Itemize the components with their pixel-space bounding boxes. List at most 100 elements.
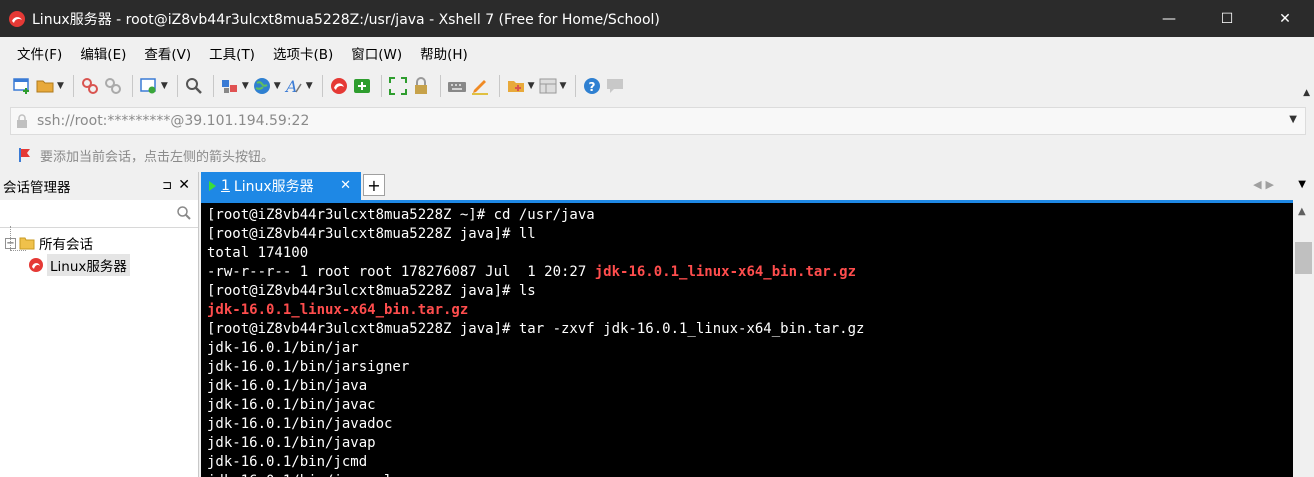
tab-strip: 1 Linux服务器 ✕ + ◀▶ ▼ <box>201 172 1314 200</box>
title-bar: Linux服务器 - root@iZ8vb44r3ulcxt8mua5228Z:… <box>0 0 1314 37</box>
xftp-icon <box>353 79 370 93</box>
terminal-text: total 174100 <box>207 245 309 261</box>
toolbar-separator <box>176 75 178 97</box>
lock-icon <box>414 77 427 94</box>
lock-icon <box>15 113 29 129</box>
address-input[interactable]: ssh://root:*********@39.101.194.59:22 <box>37 113 309 129</box>
tree-item-linux-server[interactable]: Linux服务器 <box>0 254 198 276</box>
terminal-text: [root@iZ8vb44r3ulcxt8mua5228Z java]# ls <box>207 283 536 299</box>
terminal-line: -rw-r--r-- 1 root root 178276087 Jul 1 2… <box>207 263 1293 282</box>
new-folder-button[interactable]: ▼ <box>506 74 535 98</box>
menu-window[interactable]: 窗口(W) <box>342 43 411 63</box>
transfer-icon <box>221 80 237 93</box>
xshell-button[interactable] <box>329 74 349 98</box>
close-button[interactable]: ✕ <box>1256 0 1314 37</box>
terminal-text: -rw-r--r-- 1 root root 178276087 Jul 1 2… <box>207 264 595 280</box>
disconnect-button[interactable] <box>80 74 100 98</box>
terminal-text: jdk-16.0.1/bin/javadoc <box>207 416 393 432</box>
terminal-line: [root@iZ8vb44r3ulcxt8mua5228Z java]# tar… <box>207 320 1293 339</box>
keyboard-button[interactable] <box>447 74 467 98</box>
terminal[interactable]: [root@iZ8vb44r3ulcxt8mua5228Z ~]# cd /us… <box>201 200 1293 477</box>
xshell-session-icon <box>29 258 43 272</box>
tree-connector <box>10 250 26 251</box>
help-button[interactable]: ? <box>582 74 602 98</box>
menu-view[interactable]: 查看(V) <box>135 43 200 63</box>
hint-bar: 要添加当前会话，点击左侧的箭头按钮。 <box>0 140 1314 170</box>
terminal-text: [root@iZ8vb44r3ulcxt8mua5228Z java]# tar… <box>207 321 865 337</box>
minimize-button[interactable]: — <box>1140 0 1198 37</box>
find-button[interactable] <box>184 74 204 98</box>
font-button[interactable]: A ▼ <box>284 74 313 98</box>
terminal-line: [root@iZ8vb44r3ulcxt8mua5228Z java]# ls <box>207 282 1293 301</box>
toolbar-overflow-icon[interactable]: ▲ <box>1303 88 1310 98</box>
chevron-down-icon[interactable]: ▼ <box>1289 114 1297 125</box>
svg-text:?: ? <box>589 80 596 94</box>
terminal-line: jdk-16.0.1/bin/jar <box>207 339 1293 358</box>
chat-button[interactable] <box>605 74 625 98</box>
terminal-text: jdk-16.0.1/bin/javac <box>207 397 376 413</box>
menu-file[interactable]: 文件(F) <box>8 43 71 63</box>
scrollbar-thumb[interactable] <box>1295 242 1312 274</box>
close-icon[interactable]: ✕ <box>178 177 190 193</box>
encoding-button[interactable]: ▼ <box>252 74 281 98</box>
session-manager-panel: 会话管理器 ⊐ ✕ − 所有会话 Linux服务器 <box>0 172 199 477</box>
layout-button[interactable]: ▼ <box>538 74 567 98</box>
add-session-arrow-icon[interactable] <box>16 146 34 164</box>
xftp-button[interactable] <box>352 74 372 98</box>
chevron-down-icon: ▼ <box>527 81 535 91</box>
chevron-down-icon: ▼ <box>559 81 567 91</box>
chevron-down-icon: ▼ <box>241 81 249 91</box>
session-manager-title: 会话管理器 <box>3 180 71 196</box>
svg-text:A: A <box>284 77 298 96</box>
menu-edit[interactable]: 编辑(E) <box>71 43 135 63</box>
terminal-text: jdk-16.0.1/bin/jarsigner <box>207 359 410 375</box>
properties-button[interactable]: ▼ <box>139 74 168 98</box>
keyboard-icon <box>447 82 466 92</box>
session-search-input[interactable] <box>0 200 198 228</box>
terminal-text: jdk-16.0.1/bin/jar <box>207 340 359 356</box>
menu-help[interactable]: 帮助(H) <box>411 43 477 63</box>
tree-connector <box>10 226 11 250</box>
tab-number: 1 <box>221 178 230 194</box>
toolbar-separator <box>575 75 577 97</box>
tab-list-chevron-icon[interactable]: ▼ <box>1298 179 1306 190</box>
address-bar[interactable]: ssh://root:*********@39.101.194.59:22 ▼ <box>10 107 1306 135</box>
scroll-up-icon[interactable]: ▲ <box>1298 206 1306 217</box>
new-session-button[interactable] <box>12 74 32 98</box>
tab-close-icon[interactable]: ✕ <box>340 178 351 193</box>
transfer-button[interactable]: ▼ <box>220 74 249 98</box>
search-icon[interactable] <box>176 205 192 221</box>
tree-item-all-sessions[interactable]: − 所有会话 <box>0 232 198 254</box>
terminal-line: jdk-16.0.1_linux-x64_bin.tar.gz <box>207 301 1293 320</box>
terminal-line: total 174100 <box>207 244 1293 263</box>
reconnect-button[interactable] <box>103 74 123 98</box>
menu-tab[interactable]: 选项卡(B) <box>264 43 342 63</box>
toolbar-separator <box>498 75 500 97</box>
folder-icon <box>19 237 35 250</box>
hint-text: 要添加当前会话，点击左侧的箭头按钮。 <box>40 149 275 165</box>
toolbar: ▼ ▼ ▼ ▼ A ▼ ▼ ▼ ? ▲ <box>0 68 1314 104</box>
terminal-line: jdk-16.0.1/bin/jarsigner <box>207 358 1293 377</box>
highlight-button[interactable] <box>470 74 490 98</box>
tab-nav-arrows-icon[interactable]: ◀▶ <box>1253 178 1278 191</box>
toolbar-separator <box>212 75 214 97</box>
fullscreen-button[interactable] <box>388 74 408 98</box>
terminal-text: [root@iZ8vb44r3ulcxt8mua5228Z java]# ll <box>207 226 536 242</box>
open-session-button[interactable]: ▼ <box>35 74 64 98</box>
tree-item-label: 所有会话 <box>39 237 93 253</box>
folder-add-icon <box>507 81 524 92</box>
layout-icon <box>539 78 557 94</box>
toolbar-separator <box>131 75 133 97</box>
connected-status-icon <box>209 181 216 191</box>
pin-icon[interactable]: ⊐ <box>162 178 172 192</box>
menu-tools[interactable]: 工具(T) <box>200 43 264 63</box>
tab-linux-server[interactable]: 1 Linux服务器 ✕ <box>201 172 361 200</box>
terminal-scrollbar[interactable]: ▲ <box>1293 200 1314 477</box>
terminal-line: [root@iZ8vb44r3ulcxt8mua5228Z ~]# cd /us… <box>207 206 1293 225</box>
terminal-line: jdk-16.0.1/bin/javac <box>207 396 1293 415</box>
maximize-button[interactable]: ☐ <box>1198 0 1256 37</box>
help-icon: ? <box>584 78 601 94</box>
menu-bar: 文件(F) 编辑(E) 查看(V) 工具(T) 选项卡(B) 窗口(W) 帮助(… <box>0 37 1314 68</box>
add-tab-button[interactable]: + <box>363 174 385 196</box>
lock-button[interactable] <box>411 74 431 98</box>
